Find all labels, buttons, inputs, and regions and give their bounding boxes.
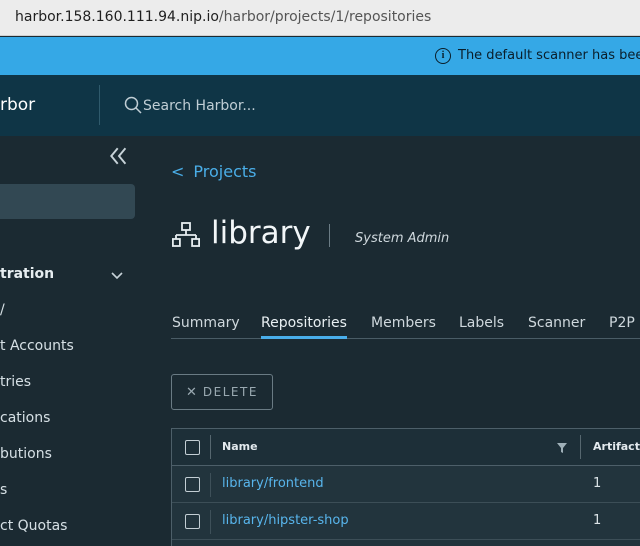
repositories-table: Name Artifacts library/frontend 1 librar… (171, 428, 640, 546)
back-to-projects-link[interactable]: < Projects (171, 162, 256, 181)
table-header: Name Artifacts (172, 429, 640, 466)
column-header-name[interactable]: Name (222, 440, 258, 453)
sidebar-item-replications[interactable]: cations (0, 410, 50, 426)
tab-summary[interactable]: Summary (172, 315, 240, 339)
column-separator (210, 435, 211, 459)
table-row: library/frontend 1 (172, 466, 640, 503)
page-title: library (211, 215, 311, 251)
sidebar-item-projects[interactable] (0, 184, 135, 219)
select-all-checkbox[interactable] (185, 440, 200, 455)
back-chevron-icon: < (171, 162, 185, 181)
row-checkbox[interactable] (185, 477, 200, 492)
role-label: System Admin (355, 231, 450, 246)
sidebar-item-labels[interactable]: s (0, 482, 7, 498)
title-divider (329, 224, 330, 247)
tab-p2p[interactable]: P2P (609, 315, 635, 339)
chevron-down-icon[interactable] (110, 269, 124, 283)
sidebar-item-users[interactable]: / (0, 302, 5, 318)
sidebar-item-distributions[interactable]: butions (0, 446, 52, 462)
column-separator (210, 473, 211, 497)
sidebar-item-robot-accounts[interactable]: t Accounts (0, 338, 74, 354)
back-link-label: Projects (193, 162, 257, 181)
brand-name[interactable]: rbor (0, 95, 35, 115)
row-checkbox[interactable] (185, 514, 200, 529)
sidebar-item-project-quotas[interactable]: ct Quotas (0, 518, 67, 534)
project-org-icon (172, 222, 200, 247)
url-text[interactable]: harbor.158.160.111.94.nip.io/harbor/proj… (15, 9, 431, 25)
main-content: < Projects library System Admin Summary R… (135, 136, 640, 546)
header-divider (99, 85, 100, 125)
tab-members[interactable]: Members (371, 315, 436, 339)
banner-message: The default scanner has beer (458, 48, 640, 63)
delete-button[interactable]: ✕ DELETE (171, 374, 273, 410)
sidebar-item-registries[interactable]: tries (0, 374, 31, 390)
url-path: /harbor/projects/1/repositories (218, 9, 432, 25)
search-input[interactable] (143, 95, 343, 117)
column-resize-handle[interactable] (580, 435, 581, 459)
project-tabs: Summary Repositories Members Labels Scan… (171, 313, 640, 339)
delete-button-label: DELETE (202, 384, 258, 399)
search-icon (124, 96, 142, 114)
tab-labels[interactable]: Labels (459, 315, 504, 339)
filter-icon[interactable] (557, 443, 567, 453)
info-icon: i (435, 48, 451, 64)
sidebar-group-administration[interactable]: tration (0, 266, 54, 282)
column-separator (210, 510, 211, 534)
app-header: rbor (0, 75, 640, 136)
close-icon: ✕ (186, 384, 197, 400)
browser-url-bar[interactable]: harbor.158.160.111.94.nip.io/harbor/proj… (0, 0, 640, 36)
repository-link[interactable]: library/frontend (222, 476, 324, 491)
url-host: harbor.158.160.111.94.nip.io (15, 9, 219, 25)
sidebar: tration / t Accounts tries cations butio… (0, 136, 135, 546)
table-row: library/hipster-shop 1 (172, 503, 640, 540)
artifact-count: 1 (593, 513, 602, 528)
column-header-artifacts[interactable]: Artifacts (593, 440, 640, 453)
repository-link[interactable]: library/hipster-shop (222, 513, 349, 528)
double-chevron-left-icon[interactable] (110, 146, 128, 166)
artifact-count: 1 (593, 476, 602, 491)
tab-scanner[interactable]: Scanner (528, 315, 585, 339)
info-banner: i The default scanner has beer (0, 37, 640, 75)
tab-repositories[interactable]: Repositories (261, 315, 347, 339)
